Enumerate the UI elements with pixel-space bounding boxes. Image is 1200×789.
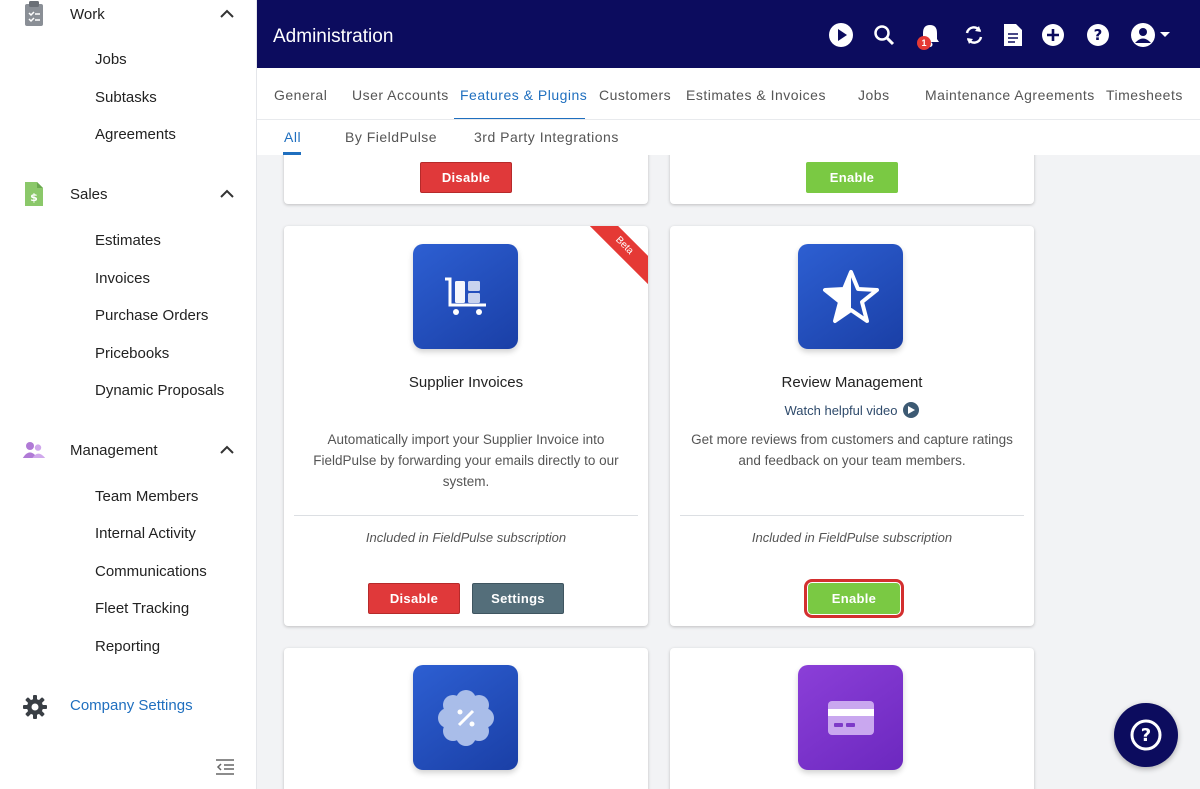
sidebar-item-subtasks[interactable]: Subtasks xyxy=(95,87,157,109)
active-tab-indicator xyxy=(454,118,585,119)
sidebar-section-work[interactable]: Work xyxy=(0,0,257,32)
sidebar-item-invoices[interactable]: Invoices xyxy=(95,268,150,290)
chevron-up-icon[interactable] xyxy=(218,185,236,203)
sidebar-section-sales[interactable]: $ Sales xyxy=(0,176,257,212)
enable-button[interactable]: Enable xyxy=(806,162,898,193)
feature-card-partial xyxy=(284,648,648,789)
help-icon[interactable]: ? xyxy=(1085,22,1111,48)
feature-card-partial: Disable xyxy=(284,155,648,204)
card-title: Supplier Invoices xyxy=(408,374,524,391)
sync-icon[interactable] xyxy=(961,22,987,48)
sidebar-sales-label: Sales xyxy=(70,185,108,203)
disable-button[interactable]: Disable xyxy=(420,162,512,193)
tab-timesheets[interactable]: Timesheets xyxy=(1106,87,1183,103)
subtab-all[interactable]: All xyxy=(284,129,301,145)
card-description: Get more reviews from customers and capt… xyxy=(691,432,1013,468)
beta-ribbon: Beta xyxy=(581,226,648,289)
notification-badge: 1 xyxy=(917,36,931,50)
card-title: Review Management xyxy=(781,374,923,391)
video-link-label: Watch helpful video xyxy=(784,402,898,418)
feature-filter-tabs: All By FieldPulse 3rd Party Integrations xyxy=(257,121,1200,155)
enable-button[interactable]: Enable xyxy=(804,579,904,618)
sales-document-icon: $ xyxy=(22,180,46,208)
credit-card-icon xyxy=(798,665,903,770)
chevron-up-icon[interactable] xyxy=(218,5,236,23)
tab-maintenance-agreements[interactable]: Maintenance Agreements xyxy=(925,87,1095,103)
sidebar-item-agreements[interactable]: Agreements xyxy=(95,124,176,146)
tab-customers[interactable]: Customers xyxy=(599,87,671,103)
subtab-3rd-party[interactable]: 3rd Party Integrations xyxy=(474,129,619,145)
people-icon xyxy=(22,436,46,464)
settings-button[interactable]: Settings xyxy=(472,583,564,614)
feature-card-partial: Enable xyxy=(670,155,1034,204)
feature-card-review-management: Review Management Watch helpful video Ge… xyxy=(670,226,1034,626)
clipboard-icon xyxy=(22,0,46,28)
sidebar-management-label: Management xyxy=(70,441,158,459)
collapse-sidebar-icon[interactable] xyxy=(214,757,236,777)
divider xyxy=(294,515,638,516)
play-icon[interactable] xyxy=(828,22,854,48)
divider xyxy=(680,515,1024,516)
add-icon[interactable] xyxy=(1040,22,1066,48)
feature-card-partial xyxy=(670,648,1034,789)
svg-text:?: ? xyxy=(1094,26,1103,44)
watch-video-link[interactable]: Watch helpful video xyxy=(670,402,1034,418)
document-icon[interactable] xyxy=(1000,22,1026,48)
gear-icon xyxy=(22,694,48,725)
page-title: Administration xyxy=(273,26,394,47)
discount-badge-icon xyxy=(413,665,518,770)
tab-user-accounts[interactable]: User Accounts xyxy=(352,87,449,103)
sidebar-item-purchase-orders[interactable]: Purchase Orders xyxy=(95,305,208,327)
sidebar-item-jobs[interactable]: Jobs xyxy=(95,49,127,71)
sidebar-item-reporting[interactable]: Reporting xyxy=(95,636,160,658)
review-star-icon xyxy=(798,244,903,349)
sidebar-item-fleet-tracking[interactable]: Fleet Tracking xyxy=(95,598,189,620)
help-icon: ? xyxy=(1130,719,1162,751)
feature-card-supplier-invoices: Beta Supplier Invoices Automatically imp… xyxy=(284,226,648,626)
sidebar-item-estimates[interactable]: Estimates xyxy=(95,230,161,252)
tab-features-plugins[interactable]: Features & Plugins xyxy=(460,87,587,103)
sidebar-item-dynamic-proposals[interactable]: Dynamic Proposals xyxy=(95,380,224,402)
sidebar-item-internal-activity[interactable]: Internal Activity xyxy=(95,523,196,545)
subtab-by-fieldpulse[interactable]: By FieldPulse xyxy=(345,129,437,145)
sidebar-item-pricebooks[interactable]: Pricebooks xyxy=(95,343,169,365)
sidebar-item-team-members[interactable]: Team Members xyxy=(95,486,198,508)
card-description: Automatically import your Supplier Invoi… xyxy=(313,432,619,489)
subscription-note: Included in FieldPulse subscription xyxy=(365,530,567,545)
sidebar-item-communications[interactable]: Communications xyxy=(95,561,207,583)
company-settings-label: Company Settings xyxy=(70,697,193,714)
sidebar-item-company-settings[interactable]: Company Settings xyxy=(0,692,257,722)
features-grid: Disable Enable Beta Supplier Invoices Au… xyxy=(257,155,1200,789)
search-icon[interactable] xyxy=(871,22,897,48)
supplier-invoices-icon xyxy=(413,244,518,349)
svg-text:$: $ xyxy=(30,191,38,204)
subscription-note: Included in FieldPulse subscription xyxy=(751,530,953,545)
svg-text:?: ? xyxy=(1141,725,1151,746)
play-circle-icon xyxy=(903,402,920,418)
sidebar: Work Jobs Subtasks Agreements $ Sales Es… xyxy=(0,0,257,789)
admin-tabs: General User Accounts Features & Plugins… xyxy=(257,68,1200,120)
tab-jobs[interactable]: Jobs xyxy=(858,87,890,103)
tab-general[interactable]: General xyxy=(274,87,327,103)
sidebar-work-label: Work xyxy=(70,5,105,23)
chevron-up-icon[interactable] xyxy=(218,441,236,459)
sidebar-section-management[interactable]: Management xyxy=(0,432,257,468)
user-menu[interactable] xyxy=(1130,22,1174,48)
help-chat-button[interactable]: ? xyxy=(1114,703,1178,767)
tab-estimates-invoices[interactable]: Estimates & Invoices xyxy=(686,87,826,103)
disable-button[interactable]: Disable xyxy=(368,583,460,614)
